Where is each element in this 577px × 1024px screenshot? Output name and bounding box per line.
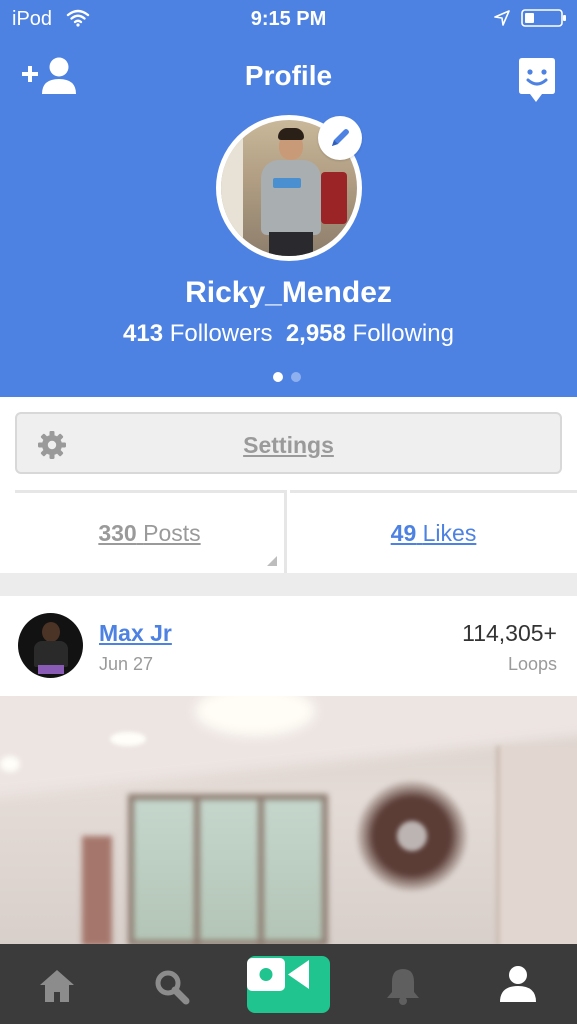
following-label[interactable]: Following [353, 320, 454, 347]
status-bar: iPod 9:15 PM [0, 0, 577, 38]
posts-tab-text: 330 Posts [15, 520, 284, 547]
tab-bar [0, 944, 577, 1024]
tab-search[interactable] [115, 944, 230, 1024]
settings-label: Settings [243, 432, 334, 458]
page-title: Profile [244, 60, 333, 91]
edit-avatar-button[interactable] [318, 116, 362, 160]
likes-label: Likes [422, 520, 477, 546]
battery-icon [521, 9, 566, 27]
likes-count: 49 [390, 520, 417, 546]
status-time: 9:15 PM [250, 8, 327, 30]
post-author[interactable]: Max Jr [99, 620, 172, 647]
posts-label: Posts [143, 520, 201, 546]
tab-likes[interactable]: 49 Likes [290, 490, 577, 573]
user-icon [500, 966, 536, 1002]
home-icon [40, 970, 74, 1002]
loop-count: 114,305+ [462, 620, 557, 646]
tab-activity[interactable] [345, 944, 460, 1024]
page-indicator[interactable] [273, 372, 305, 382]
video-camera-icon [247, 958, 309, 991]
likes-tab-text: 49 Likes [290, 520, 577, 547]
bell-icon [387, 969, 419, 1005]
settings-button[interactable]: Settings [15, 412, 562, 474]
tab-posts[interactable]: 330 Posts [15, 490, 287, 573]
page-dot-active [273, 372, 283, 382]
following-count[interactable]: 2,958 [286, 320, 346, 347]
post-date: Jun 27 [99, 654, 154, 674]
profile-header: iPod 9:15 PM Profile Ricky_Mendez 413 Fo… [0, 0, 577, 397]
profile-stats-tabs: 330 Posts 49 Likes [0, 490, 577, 573]
tab-profile[interactable] [462, 944, 577, 1024]
tab-home[interactable] [0, 944, 115, 1024]
settings-area: Settings 330 Posts 49 Likes [0, 397, 577, 573]
post-video[interactable] [0, 696, 577, 946]
corner-indicator [267, 556, 277, 566]
follow-stats: 413 Followers 2,958 Following [0, 320, 577, 348]
followers-label[interactable]: Followers [170, 320, 273, 347]
loop-label: Loops [507, 654, 557, 674]
location-arrow-icon [494, 10, 510, 26]
chat-icon[interactable] [518, 57, 556, 103]
followers-count[interactable]: 413 [123, 320, 163, 347]
username: Ricky_Mendez [185, 276, 392, 309]
pencil-icon [332, 129, 349, 146]
post-header: Max Jr Jun 27 114,305+ Loops [0, 596, 577, 696]
page-dot [291, 372, 301, 382]
poster-avatar[interactable] [18, 613, 83, 678]
search-icon [155, 970, 190, 1005]
posts-count: 330 [98, 520, 137, 546]
record-video-button[interactable] [247, 956, 330, 1013]
